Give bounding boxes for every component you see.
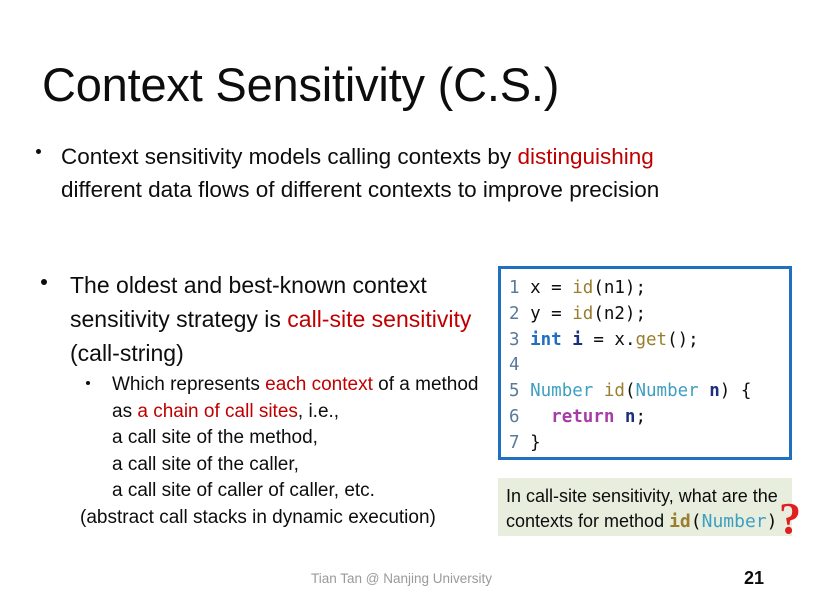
subbullet-line1-c: , i.e., bbox=[297, 400, 340, 422]
code-line: 5 Number id(Number n) { bbox=[509, 379, 789, 405]
callout-line1: In call-site sensitivity, what are the bbox=[506, 486, 778, 506]
sub-bullet-item-chain: Which represents each context of a metho… bbox=[80, 372, 500, 531]
question-callout-box: In call-site sensitivity, what are the c… bbox=[498, 478, 792, 536]
bullet1-segment-3: different data flows of different contex… bbox=[61, 177, 660, 202]
code-token: return bbox=[551, 406, 615, 427]
code-token: (n1); bbox=[593, 278, 646, 298]
code-token: get bbox=[635, 329, 668, 350]
bullet-item-callsite: The oldest and best-known context sensit… bbox=[36, 268, 491, 370]
code-token: (n2); bbox=[593, 303, 646, 324]
callout-method-name: id bbox=[669, 511, 691, 532]
code-snippet-box: 1 x = id(n1); 2 y = id(n2); 3 int i = x.ge… bbox=[498, 266, 792, 460]
subbullet-line3: a call site of the caller, bbox=[112, 453, 299, 475]
page-title: Context Sensitivity (C.S.) bbox=[42, 58, 560, 112]
sub-bullet-item-chain-text: Which represents each context of a metho… bbox=[80, 372, 500, 531]
bullet-item-overview-text: Context sensitivity models calling conte… bbox=[61, 140, 796, 206]
callout-line2-prefix: contexts for method bbox=[506, 511, 670, 531]
code-token: int bbox=[530, 329, 562, 350]
code-token: ) { bbox=[719, 381, 752, 402]
code-token: } bbox=[519, 432, 541, 453]
code-line-number: 6 bbox=[509, 406, 520, 427]
code-line-number: 5 bbox=[509, 381, 520, 402]
bullet2-highlight-callsite-sensitivity: call-site sensitivity bbox=[287, 306, 472, 332]
code-token: Number bbox=[635, 381, 699, 402]
subbullet-line1-a: Which represents bbox=[112, 374, 266, 395]
code-line-number: 4 bbox=[509, 355, 520, 376]
code-token: y = bbox=[519, 303, 573, 324]
bullet2-segment-3: (call-string) bbox=[70, 340, 184, 366]
code-line-number: 2 bbox=[509, 303, 520, 324]
subbullet-line5: (abstract call stacks in dynamic executi… bbox=[80, 506, 436, 528]
presentation-slide: Context Sensitivity (C.S.) Context sensi… bbox=[0, 0, 827, 607]
code-line-number: 7 bbox=[509, 432, 520, 453]
subbullet-highlight-chain-of-call-sites: a chain of call sites bbox=[137, 400, 298, 422]
code-line: 7 } bbox=[509, 431, 789, 457]
bullet1-segment-1: Context sensitivity models calling conte… bbox=[61, 144, 518, 169]
code-line-number: 1 bbox=[509, 278, 520, 298]
code-token: id bbox=[603, 381, 625, 402]
code-line: 3 int i = x.get(); bbox=[509, 328, 789, 354]
bullet-item-overview: Context sensitivity models calling conte… bbox=[36, 140, 796, 206]
code-token: = x. bbox=[582, 329, 636, 350]
subbullet-line2: a call site of the method, bbox=[112, 427, 318, 448]
code-token: id bbox=[572, 303, 594, 324]
code-line: 4 bbox=[509, 353, 789, 379]
code-lines-container: 1 x = id(n1); 2 y = id(n2); 3 int i = x.ge… bbox=[501, 269, 789, 457]
footer-credit: Tian Tan @ Nanjing University bbox=[311, 571, 493, 586]
code-line-number: 3 bbox=[509, 329, 520, 350]
code-token: n bbox=[624, 406, 636, 427]
code-token: ; bbox=[635, 406, 647, 427]
callout-param-type: Number bbox=[701, 511, 767, 532]
code-line: 2 y = id(n2); bbox=[509, 302, 789, 328]
code-token: Number bbox=[530, 381, 594, 402]
callout-paren-open: ( bbox=[690, 511, 702, 532]
bullet-dot-icon bbox=[36, 149, 41, 154]
bullet1-highlight-distinguishing: distinguishing bbox=[517, 144, 654, 169]
bullet-item-callsite-text: The oldest and best-known context sensit… bbox=[70, 268, 491, 370]
code-token: n bbox=[709, 381, 720, 402]
subbullet-highlight-each-context: each context bbox=[265, 374, 373, 395]
code-token: (); bbox=[667, 329, 699, 350]
question-mark-icon: ? bbox=[779, 494, 801, 543]
code-token: i bbox=[572, 329, 583, 350]
code-line: 6 return n; bbox=[509, 405, 789, 431]
code-token: x = bbox=[519, 278, 573, 298]
sub-bullet-dot-icon bbox=[86, 381, 90, 385]
code-token: id bbox=[572, 278, 594, 298]
callout-paren-close: ) bbox=[766, 511, 778, 532]
subbullet-line4: a call site of caller of caller, etc. bbox=[112, 480, 375, 501]
footer-page-number: 21 bbox=[744, 568, 765, 588]
question-callout-text: In call-site sensitivity, what are the c… bbox=[506, 484, 784, 534]
code-token: ( bbox=[624, 381, 636, 402]
bullet-dot-icon bbox=[41, 279, 47, 285]
code-line: 1 x = id(n1); bbox=[509, 276, 789, 302]
